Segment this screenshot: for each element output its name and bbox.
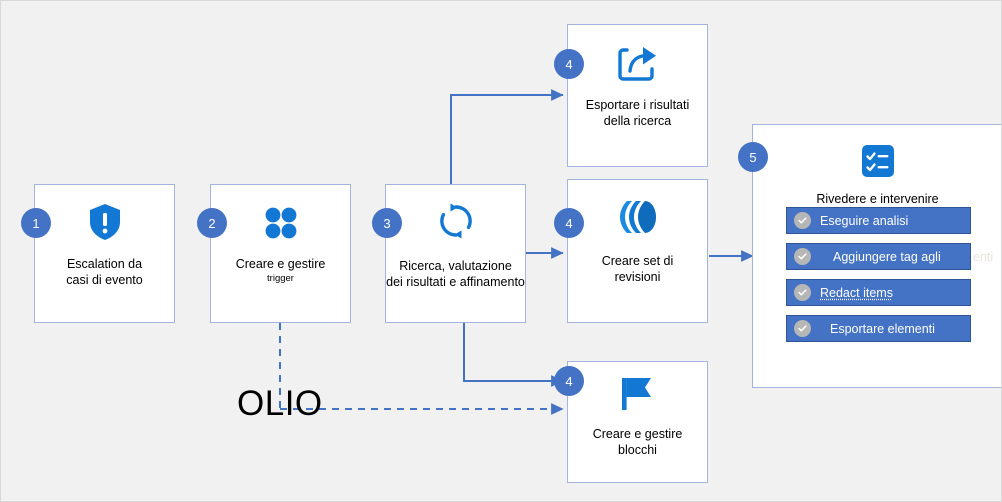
action-button-add-tags[interactable]: Aggiungere tag agli enti xyxy=(786,243,993,270)
step-badge-3: 3 xyxy=(372,208,402,238)
step-card-4-holds-label: Creare e gestire blocchi xyxy=(592,427,683,457)
check-circle-icon xyxy=(794,248,811,265)
sync-refresh-icon xyxy=(435,200,477,242)
four-dots-icon xyxy=(261,204,301,242)
step-badge-4-reviewset: 4 xyxy=(554,208,584,238)
step-badge-2: 2 xyxy=(197,208,227,238)
export-share-icon xyxy=(617,43,659,83)
step-badge-4-holds: 4 xyxy=(554,366,584,396)
step-card-1-label: Escalation da casi di evento xyxy=(66,257,143,287)
check-circle-icon xyxy=(794,284,811,301)
flag-icon xyxy=(617,375,659,413)
step-card-4-reviewset[interactable]: Creare set di revisioni xyxy=(567,179,708,323)
action-button-redact-items-label: Redact items xyxy=(820,285,893,300)
step-badge-5: 5 xyxy=(738,142,768,172)
action-button-redact-items[interactable]: Redact items xyxy=(786,279,971,306)
checklist-icon xyxy=(861,144,895,178)
action-button-export-items[interactable]: Esportare elementi xyxy=(786,315,971,342)
check-circle-icon xyxy=(794,320,811,337)
olio-overlay-text: OLIO xyxy=(237,384,323,423)
step-badge-1: 1 xyxy=(21,208,51,238)
action-button-run-analytics-label: Eseguire analisi xyxy=(820,213,909,228)
review-action-list: Eseguire analisi Aggiungere tag agli ent… xyxy=(786,207,993,342)
step-card-2-label: Creare e gestire xyxy=(235,257,326,271)
action-button-add-tags-overflow: enti xyxy=(973,250,994,264)
check-circle-icon xyxy=(794,212,811,229)
step-card-4-export-label: Esportare i risultati della ricerca xyxy=(585,98,690,128)
action-button-add-tags-label: Aggiungere tag agli xyxy=(833,249,941,264)
shield-alert-icon xyxy=(85,202,125,242)
action-button-export-items-label: Esportare elementi xyxy=(830,321,935,336)
step-card-3-label: Ricerca, valutazione dei risultati e aff… xyxy=(386,259,525,289)
action-button-run-analytics[interactable]: Eseguire analisi xyxy=(786,207,971,234)
step-card-4-reviewset-label: Creare set di revisioni xyxy=(601,254,674,284)
diagram-canvas: Escalation da casi di evento 1 Creare e … xyxy=(0,0,1002,502)
step-card-2-sublabel: trigger xyxy=(267,273,294,284)
step-card-3[interactable]: Ricerca, valutazione dei risultati e aff… xyxy=(385,184,526,323)
step-badge-4-export: 4 xyxy=(554,49,584,79)
step-card-5-label: Rivedere e intervenire xyxy=(816,192,939,206)
step-card-1[interactable]: Escalation da casi di evento xyxy=(34,184,175,323)
layers-stack-icon xyxy=(616,198,660,236)
step-card-4-export[interactable]: Esportare i risultati della ricerca xyxy=(567,24,708,167)
step-card-4-holds[interactable]: Creare e gestire blocchi xyxy=(567,361,708,483)
step-card-2[interactable]: Creare e gestire trigger xyxy=(210,184,351,323)
step-card-5[interactable]: Rivedere e intervenire Eseguire analisi xyxy=(752,124,1001,388)
